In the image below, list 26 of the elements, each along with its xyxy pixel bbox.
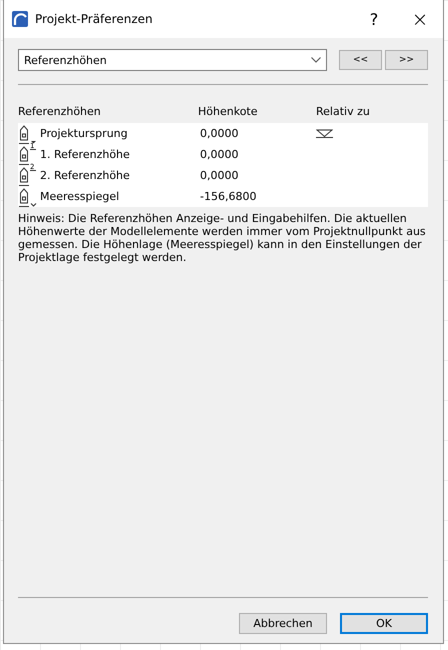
close-button[interactable]: × [397,7,443,31]
next-button[interactable]: >> [385,50,428,70]
elevation-value: 0,0000 [199,148,240,161]
panel-dropdown[interactable]: Referenzhöhen [18,49,327,71]
level-name: Meeresspiegel [40,190,120,203]
column-header: Höhenkote [198,105,259,118]
cancel-button[interactable]: Abbrechen [239,613,327,634]
hint-text: Hinweis: Die Referenzhöhen Anzeige- und Eingabehilfen. Die aktuellen Höhenwerte der Modellelemente werden immer vom Projektnullpunkt aus gemessen. Die Höhenlage (Meeresspiegel) kann in den Einstellungen der Projektlage festgelegt werden. [18,212,427,264]
elevation-icon [19,186,37,206]
elevation-value: 0,0000 [199,127,240,140]
app-icon [12,11,28,27]
column-header: Referenzhöhen [18,105,102,118]
elevation-icon [19,144,37,164]
column-header: Relativ zu [316,105,371,118]
ok-button[interactable]: OK [340,613,428,634]
elevation-value: -156,6800 [199,190,258,203]
help-button[interactable]: ? [351,10,397,28]
level-name: Projektursprung [40,127,128,140]
elevation-icon [19,124,37,144]
chevron-down-icon [311,57,321,63]
previous-button[interactable]: << [339,50,382,70]
window-title: Projekt-Präferenzen [35,12,154,26]
elevation-value: 0,0000 [199,169,240,182]
level-name: 2. Referenzhöhe [40,169,130,182]
elevation-icon [19,166,37,186]
level-name: 1. Referenzhöhe [40,148,130,161]
